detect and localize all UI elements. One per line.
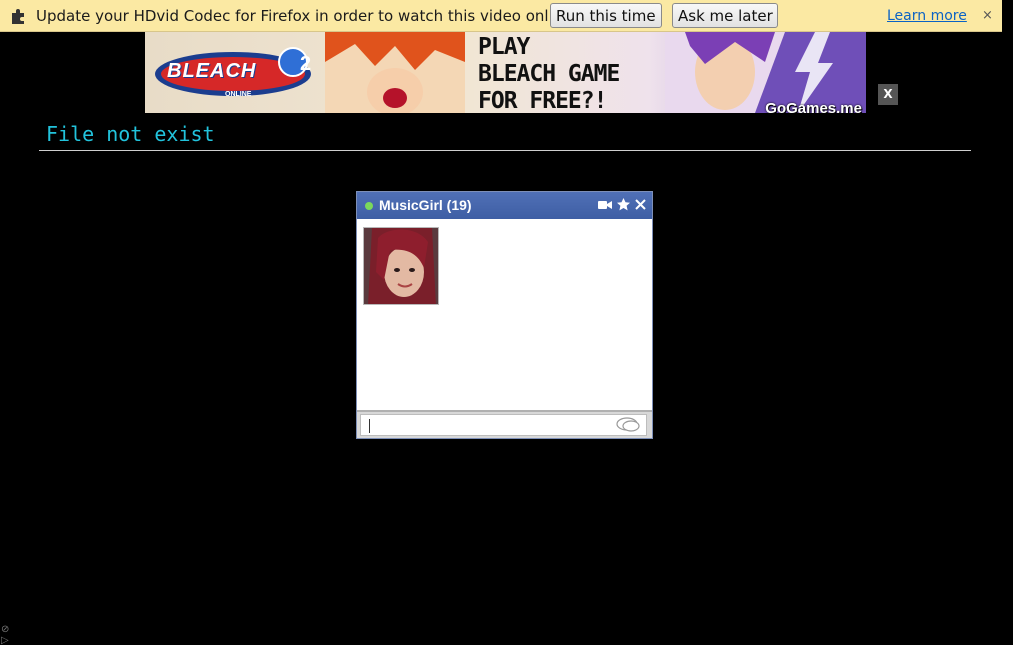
video-camera-icon[interactable] [598, 199, 612, 210]
ad-headline: PLAY BLEACH GAME FOR FREE?! [478, 34, 620, 113]
chat-header[interactable]: MusicGirl (19) [357, 192, 652, 219]
chat-header-actions [598, 198, 646, 211]
learn-more-link[interactable]: Learn more [887, 8, 967, 24]
ad-headline-line-1: PLAY [478, 34, 530, 60]
notification-message: Update your HDvid Codec for Firefox in o… [36, 7, 577, 25]
ad-logo-text: BLEACH [167, 60, 257, 82]
ask-me-later-button[interactable]: Ask me later [672, 3, 778, 28]
puzzle-icon [12, 9, 24, 24]
chat-user-name: MusicGirl (19) [379, 197, 472, 213]
chat-input-bar [357, 410, 652, 438]
ad-logo-subtext: ONLINE [225, 91, 252, 98]
notification-close-icon[interactable]: × [982, 8, 993, 23]
divider [39, 150, 971, 151]
text-caret [369, 419, 370, 433]
ad-brand: GoGames.me [765, 100, 862, 113]
ad-close-button[interactable]: X [878, 84, 898, 105]
page-title: File not exist [46, 122, 215, 146]
run-this-time-button[interactable]: Run this time [550, 3, 662, 28]
ad-headline-line-3: FOR FREE?! [478, 88, 607, 113]
notification-bar: Update your HDvid Codec for Firefox in o… [0, 0, 1002, 32]
avatar[interactable] [363, 227, 439, 305]
banner-ad[interactable]: 2 BLEACH ONLINE PLAY BLEACH GAME FOR FRE… [145, 32, 866, 113]
chat-window: MusicGirl (19) [356, 191, 653, 439]
anime-character-illustration [325, 32, 465, 113]
vertical-scrollbar[interactable] [1013, 0, 1024, 658]
close-icon[interactable] [635, 199, 646, 210]
star-icon[interactable] [617, 198, 630, 211]
horizontal-scrollbar[interactable] [0, 645, 1013, 658]
chat-message-input[interactable] [360, 414, 647, 436]
ad-headline-line-2: BLEACH GAME [478, 61, 620, 87]
svg-text:2: 2 [300, 53, 311, 75]
online-status-icon [365, 202, 373, 210]
speech-bubble-icon[interactable] [616, 417, 640, 433]
